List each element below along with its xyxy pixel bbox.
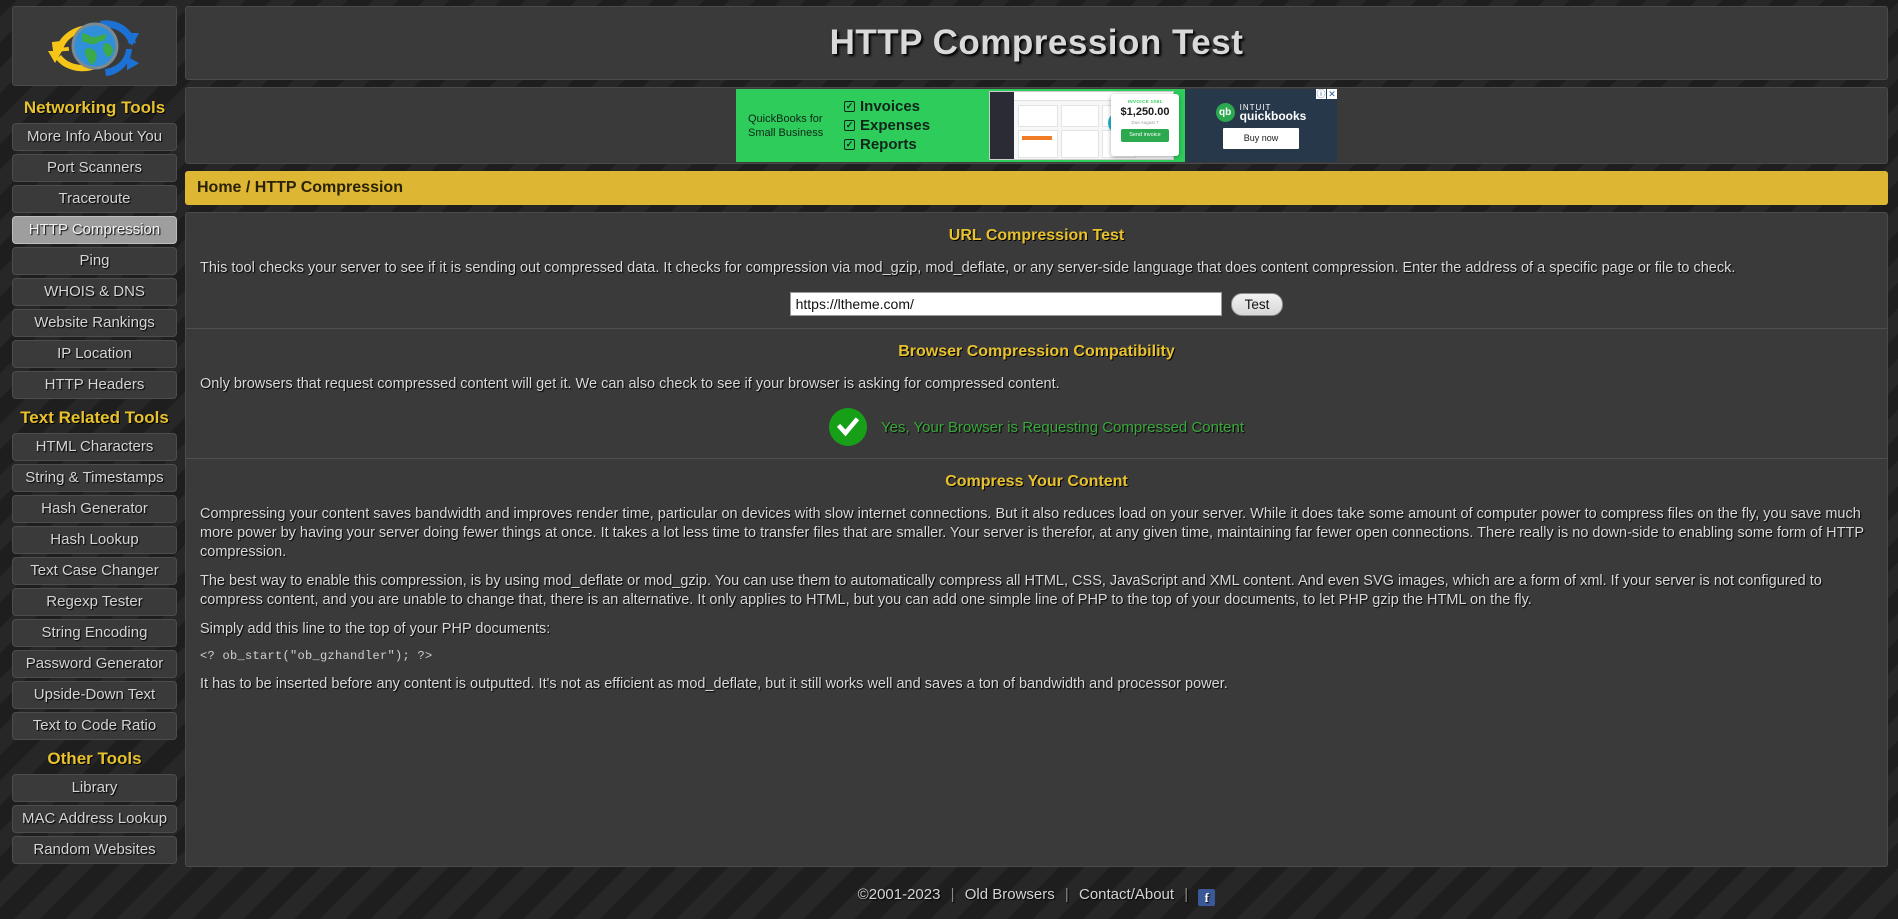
browser-compat-heading: Browser Compression Compatibility xyxy=(898,343,1175,360)
ad-feature-reports: ✓ Reports xyxy=(844,135,930,154)
sidebar-item-hash-generator[interactable]: Hash Generator xyxy=(12,495,177,523)
advertisement-banner[interactable]: QuickBooks for Small Business ✓ Invoices… xyxy=(185,87,1888,164)
checkbox-icon: ✓ xyxy=(844,101,855,112)
compress-paragraph-2: The best way to enable this compression,… xyxy=(200,573,1822,608)
compress-paragraph-3: Simply add this line to the top of your … xyxy=(200,621,551,637)
sidebar-item-traceroute[interactable]: Traceroute xyxy=(12,185,177,213)
sidebar-item-random-websites[interactable]: Random Websites xyxy=(12,836,177,864)
ad-feature-label: Expenses xyxy=(860,117,931,134)
sidebar-item-text-case-changer[interactable]: Text Case Changer xyxy=(12,557,177,585)
ad-product-screenshot: INVOICE 1081 $1,250.00 Due August 7 Send… xyxy=(989,89,1185,162)
sidebar-item-string-timestamps[interactable]: String & Timestamps xyxy=(12,464,177,492)
sidebar-item-ip-location[interactable]: IP Location xyxy=(12,340,177,368)
content-panel: URL Compression Test This tool checks yo… xyxy=(185,212,1888,867)
ad-invoice-amount: $1,250.00 xyxy=(1120,106,1170,118)
sidebar-group-title-networking: Networking Tools xyxy=(23,98,166,117)
breadcrumb[interactable]: Home / HTTP Compression xyxy=(185,171,1888,205)
url-test-heading: URL Compression Test xyxy=(948,227,1125,244)
browser-compatibility-section: Browser Compression Compatibility Only b… xyxy=(186,328,1887,458)
ad-brand-text: INTUIT quickbooks xyxy=(1239,103,1307,123)
test-button[interactable]: Test xyxy=(1230,292,1284,316)
sidebar-item-port-scanners[interactable]: Port Scanners xyxy=(12,154,177,182)
ad-buy-now-button[interactable]: Buy now xyxy=(1223,127,1299,149)
sidebar-group-title-text: Text Related Tools xyxy=(20,408,169,427)
ad-tagline: QuickBooks for Small Business xyxy=(748,112,824,139)
sidebar-item-upside-down-text[interactable]: Upside-Down Text xyxy=(12,681,177,709)
quickbooks-logo-icon: qb xyxy=(1215,102,1235,122)
sidebar-item-http-headers[interactable]: HTTP Headers xyxy=(12,371,177,399)
ad-invoice-label: INVOICE 1081 xyxy=(1127,99,1163,104)
footer-link-contact-about[interactable]: Contact/About xyxy=(1079,886,1174,903)
sidebar-item-whois-dns[interactable]: WHOIS & DNS xyxy=(12,278,177,306)
ad-feature-list: ✓ Invoices ✓ Expenses ✓ Reports xyxy=(844,97,930,154)
site-logo[interactable] xyxy=(12,6,177,86)
ad-feature-expenses: ✓ Expenses xyxy=(844,116,930,135)
page-footer: ©2001-2023 | Old Browsers | Contact/Abou… xyxy=(185,874,1888,919)
page-title: HTTP Compression Test xyxy=(829,23,1244,62)
php-code-snippet: <? ob_start("ob_gzhandler"); ?> xyxy=(200,649,433,663)
url-input[interactable] xyxy=(789,292,1222,316)
browser-compat-result: Yes, Your Browser is Requesting Compress… xyxy=(200,408,1873,446)
ad-info-icon[interactable]: ⓘ xyxy=(1316,89,1326,99)
globe-refresh-icon xyxy=(47,20,139,76)
browser-compat-description: Only browsers that request compressed co… xyxy=(200,376,1060,392)
footer-separator: | xyxy=(1064,886,1069,903)
checkbox-icon: ✓ xyxy=(844,139,855,150)
check-glyph-icon xyxy=(837,417,859,437)
ad-creative[interactable]: QuickBooks for Small Business ✓ Invoices… xyxy=(736,89,1337,162)
ad-left-panel: QuickBooks for Small Business ✓ Invoices… xyxy=(736,89,989,162)
facebook-icon[interactable]: f xyxy=(1198,889,1216,906)
footer-separator: | xyxy=(1184,886,1189,903)
footer-copyright: ©2001-2023 xyxy=(857,886,941,903)
sidebar-item-library[interactable]: Library xyxy=(12,774,177,802)
ad-right-panel: qb INTUIT quickbooks Buy now xyxy=(1185,89,1337,162)
ad-feature-label: Invoices xyxy=(860,98,921,115)
url-compression-test-section: URL Compression Test This tool checks yo… xyxy=(186,213,1887,328)
sidebar-item-html-characters[interactable]: HTML Characters xyxy=(12,433,177,461)
ad-send-invoice-button[interactable]: Send invoice xyxy=(1121,129,1169,142)
ad-corner-controls: ⓘ ✕ xyxy=(1315,89,1337,99)
footer-separator: | xyxy=(950,886,955,903)
ad-brand: qb INTUIT quickbooks xyxy=(1215,102,1307,123)
ad-close-icon[interactable]: ✕ xyxy=(1327,89,1337,99)
ad-feature-label: Reports xyxy=(860,136,917,153)
main-content: HTTP Compression Test QuickBooks for Sma… xyxy=(185,0,1898,919)
page-header: HTTP Compression Test xyxy=(185,6,1888,80)
sidebar-item-text-to-code-ratio[interactable]: Text to Code Ratio xyxy=(12,712,177,740)
browser-compat-status-text: Yes, Your Browser is Requesting Compress… xyxy=(881,418,1244,436)
sidebar-group-title-other: Other Tools xyxy=(47,749,142,768)
ad-brand-quickbooks: quickbooks xyxy=(1239,109,1307,123)
checkbox-icon: ✓ xyxy=(844,120,855,131)
ad-feature-invoices: ✓ Invoices xyxy=(844,97,930,116)
compress-your-content-section: Compress Your Content Compressing your c… xyxy=(186,458,1887,706)
compress-content-heading: Compress Your Content xyxy=(945,473,1128,490)
sidebar-item-password-generator[interactable]: Password Generator xyxy=(12,650,177,678)
sidebar-item-ping[interactable]: Ping xyxy=(12,247,177,275)
checkmark-success-icon xyxy=(829,408,867,446)
sidebar-item-hash-lookup[interactable]: Hash Lookup xyxy=(12,526,177,554)
sidebar-item-website-rankings[interactable]: Website Rankings xyxy=(12,309,177,337)
sidebar-item-mac-address-lookup[interactable]: MAC Address Lookup xyxy=(12,805,177,833)
url-test-form: Test xyxy=(200,292,1873,316)
compress-paragraph-4: It has to be inserted before any content… xyxy=(200,676,1228,692)
ad-invoice-card: INVOICE 1081 $1,250.00 Due August 7 Send… xyxy=(1111,94,1179,156)
page-root: Networking Tools More Info About You Por… xyxy=(0,0,1898,919)
url-test-description: This tool checks your server to see if i… xyxy=(200,260,1736,276)
sidebar-item-http-compression[interactable]: HTTP Compression xyxy=(12,216,177,244)
ad-invoice-due: Due August 7 xyxy=(1131,120,1159,125)
footer-link-old-browsers[interactable]: Old Browsers xyxy=(965,886,1055,903)
sidebar-item-more-info-about-you[interactable]: More Info About You xyxy=(12,123,177,151)
compress-paragraph-1: Compressing your content saves bandwidth… xyxy=(200,506,1864,560)
sidebar-item-regexp-tester[interactable]: Regexp Tester xyxy=(12,588,177,616)
sidebar: Networking Tools More Info About You Por… xyxy=(0,0,185,919)
sidebar-item-string-encoding[interactable]: String Encoding xyxy=(12,619,177,647)
